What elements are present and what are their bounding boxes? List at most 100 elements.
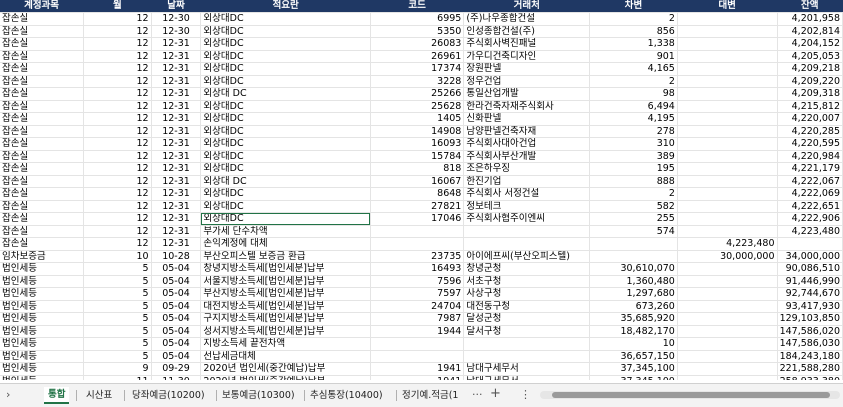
memo-cell[interactable]: 외상대 DC	[200, 175, 371, 188]
account-cell[interactable]: 법인세등	[0, 312, 85, 326]
credit-cell[interactable]	[677, 150, 778, 163]
account-cell[interactable]: 잡손실	[0, 212, 85, 226]
debit-cell[interactable]: 2	[589, 12, 678, 26]
code-cell[interactable]: 14908	[370, 125, 465, 138]
date-cell[interactable]: 05-04	[151, 300, 202, 313]
scroll-tabs-button[interactable]: ›	[6, 388, 10, 401]
header-vendor[interactable]: 거래처	[463, 0, 591, 13]
month-cell[interactable]: 5	[83, 287, 152, 301]
memo-cell[interactable]: 외상대DC	[200, 37, 371, 51]
balance-cell[interactable]: 4,215,812	[777, 100, 843, 113]
month-cell[interactable]: 12	[83, 237, 152, 251]
debit-cell[interactable]: 37,345,100	[589, 362, 678, 376]
date-cell[interactable]: 12-31	[151, 212, 202, 226]
memo-cell[interactable]: 외상대DC	[200, 50, 371, 63]
code-cell[interactable]: 25266	[370, 87, 465, 101]
balance-cell[interactable]: 4,223,480	[777, 225, 843, 238]
header-balance[interactable]: 잔액	[777, 0, 843, 13]
account-cell[interactable]: 잡손실	[0, 150, 85, 163]
date-cell[interactable]: 12-31	[151, 237, 202, 251]
debit-cell[interactable]: 901	[589, 50, 678, 63]
debit-cell[interactable]: 98	[589, 87, 678, 101]
horizontal-scrollbar[interactable]	[540, 391, 840, 399]
balance-cell[interactable]: 4,221,179	[777, 162, 843, 176]
balance-cell[interactable]: 4,222,906	[777, 212, 843, 226]
account-cell[interactable]: 잡손실	[0, 225, 85, 238]
vendor-cell[interactable]: 인성종합건설(주)	[463, 25, 591, 38]
credit-cell[interactable]	[677, 37, 778, 51]
month-cell[interactable]: 5	[83, 350, 152, 363]
month-cell[interactable]: 11	[83, 375, 152, 380]
credit-cell[interactable]	[677, 175, 778, 188]
balance-cell[interactable]: 258,933,380	[777, 375, 843, 380]
account-cell[interactable]: 잡손실	[0, 187, 85, 201]
balance-cell[interactable]: 4,205,053	[777, 50, 843, 63]
date-cell[interactable]: 11-30	[151, 375, 202, 380]
month-cell[interactable]: 12	[83, 62, 152, 76]
vendor-cell[interactable]	[463, 237, 591, 251]
code-cell[interactable]: 23735	[370, 250, 465, 263]
memo-cell[interactable]: 외상대DC	[200, 137, 371, 151]
vendor-cell[interactable]: 사상구청	[463, 287, 591, 301]
date-cell[interactable]: 12-31	[151, 112, 202, 126]
balance-cell[interactable]: 4,220,595	[777, 137, 843, 151]
debit-cell[interactable]: 1,338	[589, 37, 678, 51]
vendor-cell[interactable]: 아이에프씨(부산오피스텔)	[463, 250, 591, 263]
balance-cell[interactable]: 4,222,651	[777, 200, 843, 213]
date-cell[interactable]: 12-31	[151, 37, 202, 51]
debit-cell[interactable]: 389	[589, 150, 678, 163]
tab-options-icon[interactable]: ⋮	[520, 388, 531, 401]
balance-cell[interactable]: 129,103,850	[777, 312, 843, 326]
memo-cell[interactable]: 외상대DC	[200, 162, 371, 176]
vendor-cell[interactable]: 서초구청	[463, 275, 591, 288]
vendor-cell[interactable]: 통일산업개발	[463, 87, 591, 101]
credit-cell[interactable]	[677, 375, 778, 380]
balance-cell[interactable]: 93,417,930	[777, 300, 843, 313]
vendor-cell[interactable]: 한라건축자재주식회사	[463, 100, 591, 113]
date-cell[interactable]: 12-31	[151, 87, 202, 101]
tab-fixed-deposit[interactable]: 정기예.적금(1	[398, 388, 462, 403]
account-cell[interactable]: 법인세등	[0, 325, 85, 338]
code-cell[interactable]: 24704	[370, 300, 465, 313]
balance-cell[interactable]: 4,220,007	[777, 112, 843, 126]
month-cell[interactable]: 5	[83, 262, 152, 276]
code-cell[interactable]	[370, 350, 465, 363]
month-cell[interactable]: 12	[83, 112, 152, 126]
debit-cell[interactable]: 2	[589, 75, 678, 88]
month-cell[interactable]: 12	[83, 125, 152, 138]
account-cell[interactable]: 법인세등	[0, 375, 85, 380]
account-cell[interactable]: 임차보증금	[0, 250, 85, 263]
vendor-cell[interactable]: 달성군청	[463, 312, 591, 326]
debit-cell[interactable]: 888	[589, 175, 678, 188]
code-cell[interactable]: 27821	[370, 200, 465, 213]
vendor-cell[interactable]: 조은하우징	[463, 162, 591, 176]
debit-cell[interactable]: 1,360,480	[589, 275, 678, 288]
header-code[interactable]: 코드	[370, 0, 465, 13]
credit-cell[interactable]	[677, 262, 778, 276]
code-cell[interactable]: 818	[370, 162, 465, 176]
memo-cell[interactable]: 손익계정에 대체	[200, 237, 371, 251]
code-cell[interactable]: 1944	[370, 325, 465, 338]
month-cell[interactable]: 12	[83, 75, 152, 88]
credit-cell[interactable]	[677, 137, 778, 151]
vendor-cell[interactable]: 신화판넬	[463, 112, 591, 126]
credit-cell[interactable]	[677, 300, 778, 313]
account-cell[interactable]: 잡손실	[0, 125, 85, 138]
memo-cell[interactable]: 부산오피스텔 보증금 환급	[200, 250, 371, 263]
memo-cell[interactable]: 부가세 단수차액	[200, 225, 371, 238]
account-cell[interactable]: 잡손실	[0, 37, 85, 51]
spreadsheet-grid[interactable]: 계정과목 월 날짜 적요란 코드 거래처 차변 대변 잔액 잡손실 12 12-30…	[0, 0, 843, 380]
memo-cell[interactable]: 2020년 법인세(중간예납)납부	[200, 362, 371, 376]
debit-cell[interactable]: 18,482,170	[589, 325, 678, 338]
debit-cell[interactable]: 36,657,150	[589, 350, 678, 363]
memo-cell[interactable]: 외상대DC	[200, 12, 371, 26]
vendor-cell[interactable]: 창녕군청	[463, 262, 591, 276]
memo-cell[interactable]: 외상대DC	[200, 125, 371, 138]
memo-cell[interactable]: 창녕지방소득세[법인세분]납부	[200, 262, 371, 276]
credit-cell[interactable]	[677, 112, 778, 126]
balance-cell[interactable]: 221,588,280	[777, 362, 843, 376]
month-cell[interactable]: 12	[83, 150, 152, 163]
tab-integrated[interactable]: 통합	[44, 387, 70, 404]
memo-cell[interactable]: 부산지방소득세[법인세분]납부	[200, 287, 371, 301]
vendor-cell[interactable]: (주)나우종합건설	[463, 12, 591, 26]
